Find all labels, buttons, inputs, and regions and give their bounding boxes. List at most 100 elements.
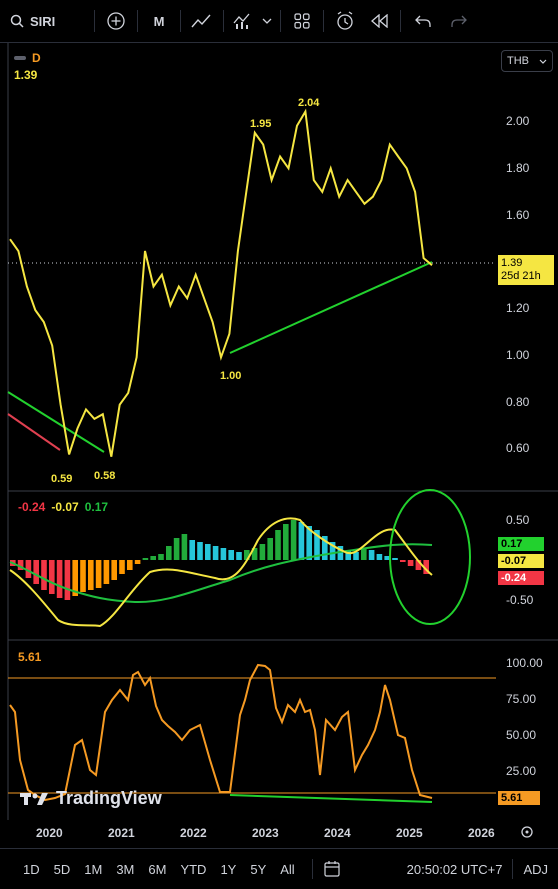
- macd-hist-bar: [376, 554, 383, 560]
- currency-label: THB: [507, 55, 529, 67]
- alert-button[interactable]: [328, 0, 362, 42]
- replay-button[interactable]: [362, 0, 396, 42]
- macd-hist-bar: [111, 560, 117, 580]
- timeframe-3m[interactable]: 3M: [109, 862, 141, 877]
- redo-button[interactable]: [441, 0, 477, 42]
- rsi-value-tag: 5.61: [498, 791, 540, 805]
- macd-hist-bar: [127, 560, 133, 570]
- x-axis-label: 2026: [468, 826, 495, 840]
- line-chart-icon: [191, 14, 211, 28]
- macd-hist-bar: [267, 538, 273, 560]
- tradingview-watermark: TradingView: [20, 788, 162, 809]
- timeframe-6m[interactable]: 6M: [141, 862, 173, 877]
- rsi-divergence-line: [229, 794, 433, 803]
- macd-hist-bar: [33, 560, 39, 584]
- macd-hist-bar: [236, 552, 242, 560]
- price-axis-label: 1.20: [506, 301, 530, 315]
- macd-hist-bar: [150, 556, 156, 560]
- macd-line-value: -0.07: [51, 500, 79, 514]
- macd-hist-bar: [228, 550, 234, 560]
- plus-circle-icon: [107, 12, 125, 30]
- chevron-down-icon: [539, 59, 547, 64]
- price-axis-label: 1.80: [506, 161, 530, 175]
- macd-legend: -0.24 -0.07 0.17: [18, 500, 108, 514]
- grid-layout-icon: [294, 13, 310, 29]
- timeframe-1y[interactable]: 1Y: [213, 862, 243, 877]
- macd-hist-bar: [49, 560, 55, 594]
- chart-type-button[interactable]: [185, 0, 219, 42]
- chart-area[interactable]: 2.00 1.80 1.60 1.20 1.00 0.80 0.60 2.04 …: [0, 43, 558, 848]
- macd-hist-bar: [220, 548, 227, 560]
- macd-hist-bar: [392, 558, 398, 560]
- timeframe-5y[interactable]: 5Y: [243, 862, 273, 877]
- annotation-high: 2.04: [298, 97, 320, 109]
- price-axis-label: 0.80: [506, 395, 530, 409]
- tradingview-logo-icon: [20, 792, 48, 805]
- annotation-low-2022: 1.00: [220, 370, 241, 382]
- redo-icon: [451, 15, 467, 27]
- indicators-button[interactable]: [228, 0, 258, 42]
- timeframe-all[interactable]: All: [273, 862, 301, 877]
- macd-hist-bar: [134, 560, 141, 564]
- bottom-toolbar: 1D 5D 1M 3M 6M YTD 1Y 5Y All 20:50:02 UT…: [0, 848, 558, 889]
- x-axis-label: 2025: [396, 826, 423, 840]
- macd-hist-bar: [166, 546, 172, 560]
- price-series-line[interactable]: [9, 108, 433, 457]
- macd-hist-value: -0.24: [18, 500, 46, 514]
- axis-settings-icon[interactable]: [521, 826, 533, 838]
- macd-hist-bar: [189, 540, 195, 560]
- trendline-down[interactable]: [7, 391, 105, 453]
- search-icon: [10, 14, 24, 28]
- symbol-search[interactable]: SIRI: [0, 0, 90, 42]
- timeframe-ytd[interactable]: YTD: [173, 862, 213, 877]
- rsi-legend-value: 5.61: [18, 650, 42, 664]
- collapse-icon[interactable]: [14, 56, 26, 60]
- currency-selector[interactable]: THB: [501, 50, 553, 72]
- macd-hist-bar: [103, 560, 110, 584]
- calendar-range-icon: [324, 861, 340, 877]
- timeframe-1d[interactable]: 1D: [16, 862, 47, 877]
- last-price-label: 1.39: [14, 68, 38, 82]
- macd-axis-label: 0.50: [506, 513, 530, 527]
- rsi-line[interactable]: [9, 663, 433, 802]
- macd-hist-bar: [142, 558, 149, 560]
- macd-hist-bar: [400, 560, 406, 562]
- interval-button[interactable]: M: [142, 0, 176, 42]
- annotation-low-2020: 0.59: [51, 473, 72, 485]
- price-axis-label: 1.60: [506, 208, 530, 222]
- macd-axis-label: -0.50: [506, 593, 534, 607]
- undo-button[interactable]: [405, 0, 441, 42]
- bar-countdown: 25d 21h: [501, 270, 541, 282]
- price-axis-label: 1.00: [506, 348, 530, 362]
- annotation-peak: 1.95: [250, 118, 271, 130]
- macd-hist-bar: [259, 544, 266, 560]
- x-axis-label: 2020: [36, 826, 63, 840]
- layout-button[interactable]: [285, 0, 319, 42]
- macd-hist-bar: [173, 538, 180, 560]
- date-range-button[interactable]: [323, 860, 341, 878]
- macd-hist-bar: [197, 542, 203, 560]
- trendline-support[interactable]: [229, 261, 433, 354]
- macd-line-tag: -0.07: [498, 554, 544, 568]
- symbol-label: SIRI: [30, 13, 56, 29]
- macd-hist-bar: [64, 560, 71, 600]
- macd-hist-tag: -0.24: [498, 571, 544, 585]
- compare-symbol-button[interactable]: [99, 0, 133, 42]
- adjust-toggle[interactable]: ADJ: [523, 862, 558, 877]
- rsi-axis-label: 75.00: [506, 692, 536, 706]
- indicators-dropdown[interactable]: [258, 0, 276, 42]
- macd-hist-bar: [407, 560, 414, 566]
- indicators-icon: [233, 13, 250, 29]
- macd-hist-bar: [275, 530, 281, 560]
- x-axis-label: 2024: [324, 826, 351, 840]
- timeframe-1m[interactable]: 1M: [77, 862, 109, 877]
- timeframe-5d[interactable]: 5D: [47, 862, 78, 877]
- rsi-axis-label: 50.00: [506, 728, 536, 742]
- macd-signal-value: 0.17: [84, 500, 109, 514]
- macd-hist-bar: [88, 560, 94, 590]
- macd-highlight-circle: [389, 489, 471, 625]
- macd-hist-bar: [212, 546, 219, 560]
- macd-hist-bar: [283, 524, 289, 560]
- top-toolbar: SIRI M: [0, 0, 558, 43]
- clock-display[interactable]: 20:50:02 UTC+7: [407, 862, 513, 877]
